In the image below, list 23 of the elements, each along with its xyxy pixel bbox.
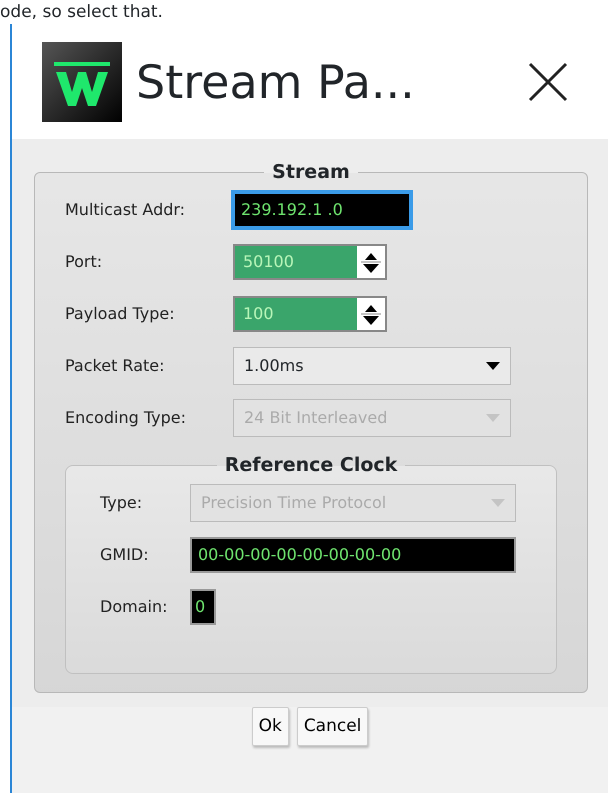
input-field[interactable]: 239.192.1 .0 [233, 192, 411, 228]
dropdown-arrow-icon [491, 498, 505, 507]
panel-title: Reference Clock [224, 454, 398, 477]
panel-title: Stream [271, 161, 351, 184]
close-icon[interactable] [528, 62, 568, 102]
app-logo-icon [42, 42, 122, 122]
field-label: Domain: [100, 596, 168, 618]
field-label: Encoding Type: [65, 406, 187, 429]
field-label: Type: [100, 492, 144, 514]
dropdown-arrow-icon [486, 414, 500, 422]
cancel-button[interactable]: Cancel [296, 706, 368, 746]
field-label: Payload Type: [65, 302, 176, 325]
body-text: ode, so select that. [0, 2, 163, 22]
field-label: Multicast Addr: [65, 198, 186, 221]
field-label: Packet Rate: [65, 354, 166, 377]
field-label: Port: [65, 250, 104, 273]
ok-button[interactable]: Ok [252, 706, 289, 746]
dropdown[interactable]: 1.00ms [233, 346, 511, 385]
window-title: Stream Pa... [136, 58, 415, 104]
input-field[interactable]: 0 [190, 588, 216, 625]
field-label: GMID: [100, 544, 150, 566]
input-field[interactable]: 00-00-00-00-00-00-00-00 [190, 536, 516, 573]
dropdown-arrow-icon [486, 362, 500, 370]
